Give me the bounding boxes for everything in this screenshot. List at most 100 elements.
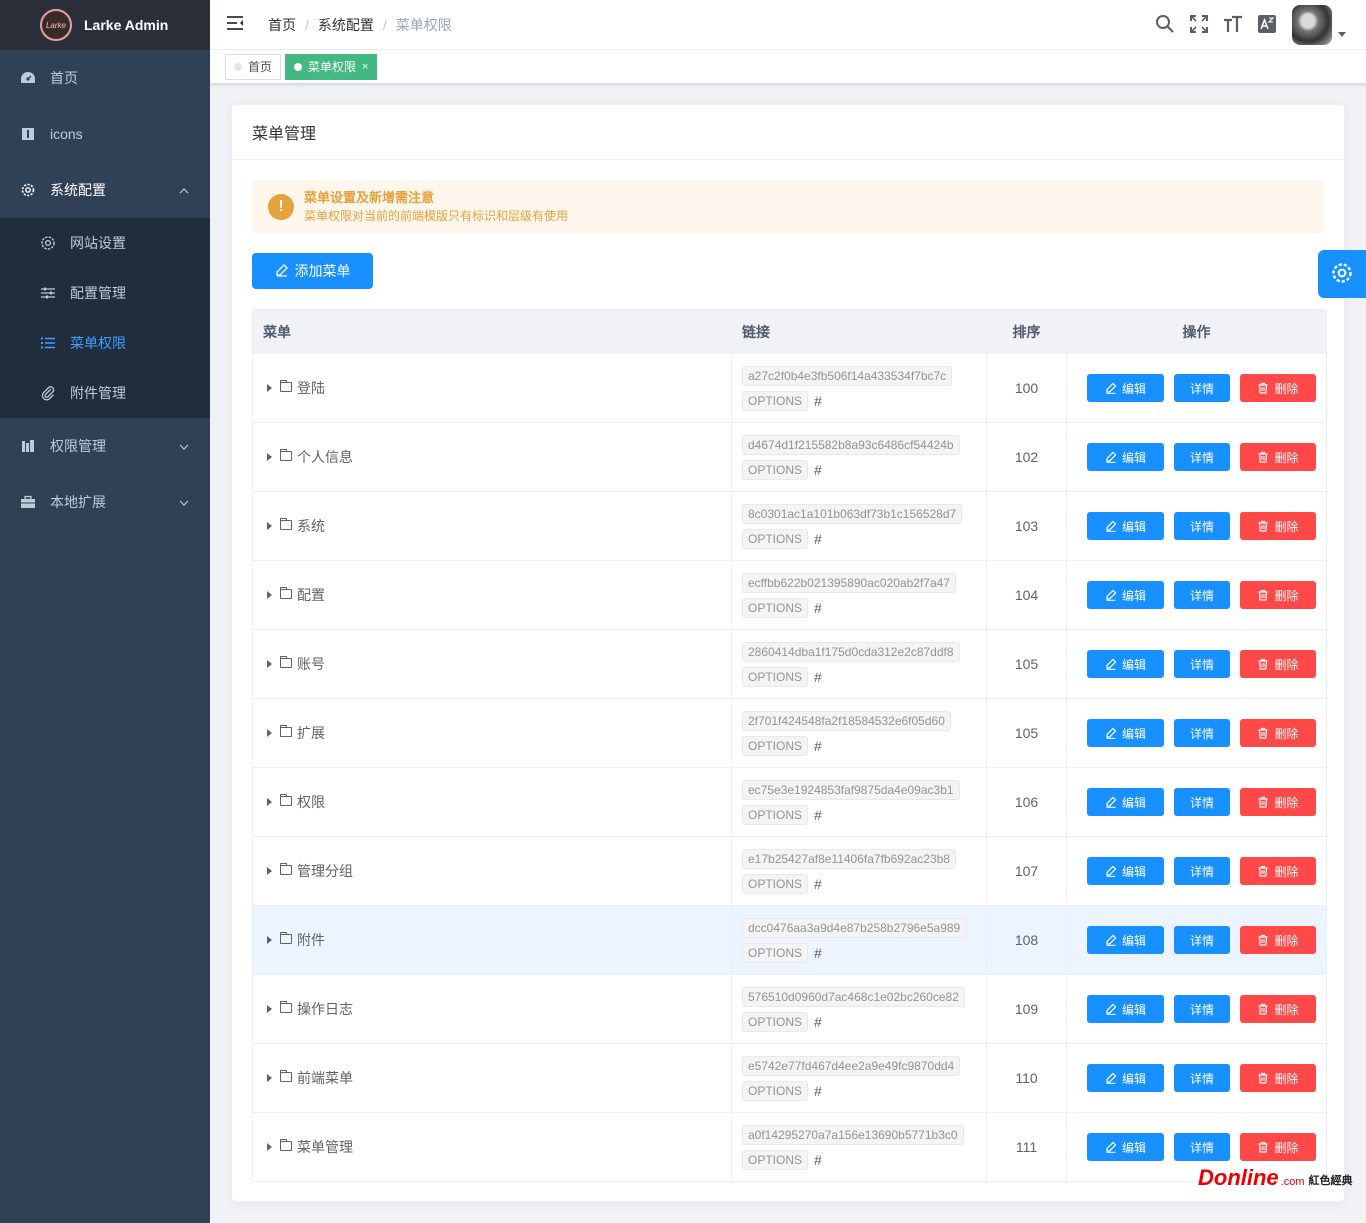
avatar[interactable] — [1292, 5, 1332, 45]
edit-button[interactable]: 编辑 — [1087, 650, 1164, 678]
search-button[interactable] — [1148, 0, 1182, 50]
table-row[interactable]: 系统 8c0301ac1a101b063df73b1c156528d7 OPTI… — [252, 491, 1327, 561]
close-icon[interactable]: × — [362, 61, 368, 73]
sidebar-item-permission-manage[interactable]: 权限管理 — [0, 418, 210, 474]
delete-button[interactable]: 删除 — [1240, 788, 1316, 816]
table-row[interactable]: 附件 dcc0476aa3a9d4e87b258b2796e5a989 OPTI… — [252, 905, 1327, 975]
sidebar-item-system-config[interactable]: 系统配置 — [0, 162, 210, 218]
expand-icon[interactable] — [267, 660, 272, 668]
menu-slug: e17b25427af8e11406fa7fb692ac23b8 — [742, 848, 956, 869]
link-cell: ec75e3e1924853faf9875da4e09ac3b1 OPTIONS… — [731, 767, 987, 837]
delete-button[interactable]: 删除 — [1240, 650, 1316, 678]
expand-icon[interactable] — [267, 591, 272, 599]
edit-button[interactable]: 编辑 — [1087, 719, 1164, 747]
sidebar-item-label: 本地扩展 — [50, 494, 106, 510]
expand-icon[interactable] — [267, 384, 272, 392]
table-row[interactable]: 菜单管理 a0f14295270a7a156e13690b5771b3c0 OP… — [252, 1112, 1327, 1182]
detail-button[interactable]: 详情 — [1174, 581, 1230, 609]
detail-button[interactable]: 详情 — [1174, 719, 1230, 747]
breadcrumb-home[interactable]: 首页 — [268, 15, 296, 35]
language-button[interactable] — [1250, 0, 1284, 50]
edit-button[interactable]: 编辑 — [1087, 443, 1164, 471]
delete-button[interactable]: 删除 — [1240, 995, 1316, 1023]
sidebar-item-home[interactable]: 首页 — [0, 50, 210, 106]
table-row[interactable]: 扩展 2f701f424548fa2f18584532e6f05d60 OPTI… — [252, 698, 1327, 768]
expand-icon[interactable] — [267, 522, 272, 530]
detail-button[interactable]: 详情 — [1174, 512, 1230, 540]
add-menu-button[interactable]: 添加菜单 — [252, 253, 373, 289]
delete-button[interactable]: 删除 — [1240, 443, 1316, 471]
delete-button[interactable]: 删除 — [1240, 512, 1316, 540]
font-size-button[interactable] — [1216, 0, 1250, 50]
chevron-up-icon — [178, 184, 190, 196]
breadcrumb-system-config[interactable]: 系统配置 — [318, 15, 374, 35]
table-row[interactable]: 账号 2860414dba1f175d0cda312e2c87ddf8 OPTI… — [252, 629, 1327, 699]
detail-button[interactable]: 详情 — [1174, 443, 1230, 471]
menu-name: 附件 — [297, 932, 325, 948]
sidebar-item-attachments[interactable]: 附件管理 — [0, 368, 210, 418]
info-icon — [20, 126, 36, 142]
sidebar-item-config-manage[interactable]: 配置管理 — [0, 268, 210, 318]
edit-label: 编辑 — [1121, 381, 1146, 396]
edit-button[interactable]: 编辑 — [1087, 995, 1164, 1023]
delete-button[interactable]: 删除 — [1240, 857, 1316, 885]
delete-button[interactable]: 删除 — [1240, 926, 1316, 954]
detail-button[interactable]: 详情 — [1174, 374, 1230, 402]
edit-button[interactable]: 编辑 — [1087, 1064, 1164, 1092]
delete-button[interactable]: 删除 — [1240, 581, 1316, 609]
fullscreen-icon — [1189, 14, 1209, 37]
table-row[interactable]: 个人信息 d4674d1f215582b8a93c6486cf54424b OP… — [252, 422, 1327, 492]
sidebar-item-site-settings[interactable]: 网站设置 — [0, 218, 210, 268]
sidebar-logo[interactable]: Larke Larke Admin — [0, 0, 210, 50]
expand-icon[interactable] — [267, 453, 272, 461]
sidebar-item-local-extensions[interactable]: 本地扩展 — [0, 474, 210, 530]
table-row[interactable]: 操作日志 576510d0960d7ac468c1e02bc260ce82 OP… — [252, 974, 1327, 1044]
detail-label: 详情 — [1189, 519, 1214, 534]
table-row[interactable]: 权限 ec75e3e1924853faf9875da4e09ac3b1 OPTI… — [252, 767, 1327, 837]
hamburger-button[interactable] — [210, 0, 260, 50]
edit-button[interactable]: 编辑 — [1087, 1133, 1164, 1161]
edit-button[interactable]: 编辑 — [1087, 788, 1164, 816]
expand-icon[interactable] — [267, 729, 272, 737]
detail-label: 详情 — [1189, 795, 1214, 810]
sidebar-item-label: icons — [50, 126, 83, 142]
sidebar-item-menu-permission[interactable]: 菜单权限 — [0, 318, 210, 368]
table-row[interactable]: 管理分组 e17b25427af8e11406fa7fb692ac23b8 OP… — [252, 836, 1327, 906]
expand-icon[interactable] — [267, 1005, 272, 1013]
delete-button[interactable]: 删除 — [1240, 719, 1316, 747]
edit-button[interactable]: 编辑 — [1087, 926, 1164, 954]
edit-button[interactable]: 编辑 — [1087, 374, 1164, 402]
detail-button[interactable]: 详情 — [1174, 1133, 1230, 1161]
table-row[interactable]: 配置 ecffbb622b021395890ac020ab2f7a47 OPTI… — [252, 560, 1327, 630]
tag-home[interactable]: 首页 — [225, 53, 282, 80]
delete-button[interactable]: 删除 — [1240, 1064, 1316, 1092]
detail-button[interactable]: 详情 — [1174, 857, 1230, 885]
delete-button[interactable]: 删除 — [1240, 374, 1316, 402]
fullscreen-button[interactable] — [1182, 0, 1216, 50]
edit-button[interactable]: 编辑 — [1087, 857, 1164, 885]
table-row[interactable]: 前端菜单 e5742e77fd467d4ee2a9e49fc9870dd4 OP… — [252, 1043, 1327, 1113]
edit-icon — [1105, 1003, 1117, 1015]
delete-button[interactable]: 删除 — [1240, 1133, 1316, 1161]
detail-button[interactable]: 详情 — [1174, 926, 1230, 954]
table-row[interactable]: 登陆 a27c2f0b4e3fb506f14a433534f7bc7c OPTI… — [252, 353, 1327, 423]
breadcrumb: 首页 / 系统配置 / 菜单权限 — [268, 15, 452, 35]
expand-icon[interactable] — [267, 867, 272, 875]
request-method: OPTIONS — [742, 942, 809, 963]
request-method: OPTIONS — [742, 459, 809, 480]
expand-icon[interactable] — [267, 936, 272, 944]
edit-button[interactable]: 编辑 — [1087, 581, 1164, 609]
tag-menu-permission[interactable]: 菜单权限 × — [285, 53, 378, 80]
settings-button[interactable] — [1318, 250, 1366, 298]
detail-button[interactable]: 详情 — [1174, 995, 1230, 1023]
sidebar-item-icons[interactable]: icons — [0, 106, 210, 162]
detail-button[interactable]: 详情 — [1174, 650, 1230, 678]
sort-cell: 107 — [986, 836, 1067, 906]
expand-icon[interactable] — [267, 1074, 272, 1082]
detail-button[interactable]: 详情 — [1174, 1064, 1230, 1092]
edit-button[interactable]: 编辑 — [1087, 512, 1164, 540]
expand-icon[interactable] — [267, 798, 272, 806]
detail-button[interactable]: 详情 — [1174, 788, 1230, 816]
expand-icon[interactable] — [267, 1143, 272, 1151]
caret-down-icon[interactable] — [1338, 31, 1346, 37]
